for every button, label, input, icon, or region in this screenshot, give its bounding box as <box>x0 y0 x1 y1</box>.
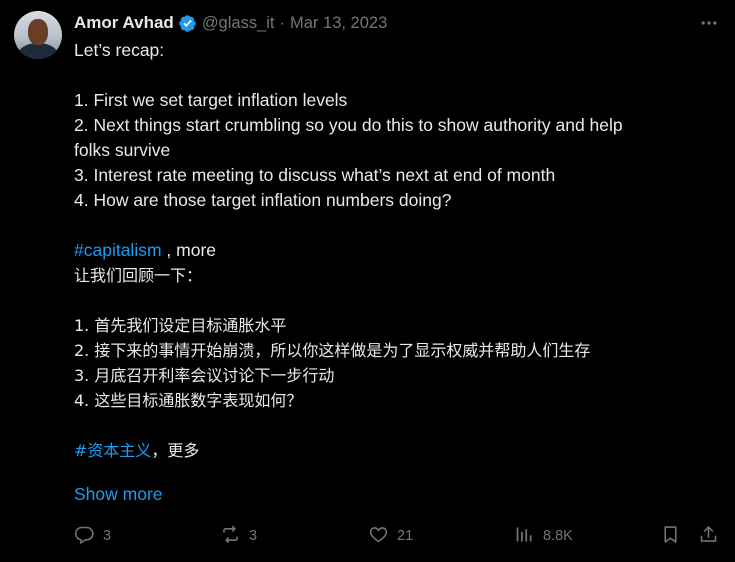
hashtag-link[interactable]: #资本主义 <box>74 441 151 460</box>
like-button[interactable]: 21 <box>368 524 413 548</box>
bookmark-icon <box>660 524 681 549</box>
tweet-date[interactable]: Mar 13, 2023 <box>290 14 387 33</box>
author-handle[interactable]: @glass_it <box>202 14 275 33</box>
text-line: 1. First we set target inflation levels <box>74 90 348 110</box>
repost-button[interactable]: 3 <box>220 524 257 548</box>
hashtag-line: #capitalism , more <box>74 238 704 263</box>
hashtag-suffix: , more <box>161 240 217 260</box>
views-count: 8.8K <box>543 528 573 544</box>
show-more-link[interactable]: Show more <box>74 484 163 505</box>
hashtag-link[interactable]: #capitalism <box>74 240 162 260</box>
tweet[interactable]: Amor Avhad @glass_it · Mar 13, 2023 Let’… <box>0 0 735 562</box>
text-line: 2. Next things start crumbling so you do… <box>74 115 623 135</box>
reply-button[interactable]: 3 <box>74 524 111 548</box>
text-line <box>74 213 704 238</box>
tweet-text: Let’s recap: 1. First we set target infl… <box>74 38 704 463</box>
text-line: 3. Interest rate meeting to discuss what… <box>74 165 556 185</box>
repost-count: 3 <box>249 528 258 544</box>
reply-count: 3 <box>103 528 112 544</box>
text-line <box>74 63 704 88</box>
text-line: 4. 这些目标通胀数字表现如何？ <box>74 391 303 410</box>
share-icon <box>698 524 719 549</box>
verified-badge-icon[interactable] <box>178 14 197 33</box>
bookmark-button[interactable] <box>660 524 681 548</box>
text-line: 4. How are those target inflation number… <box>74 190 452 210</box>
text-line: 1. 首先我们设定目标通胀水平 <box>74 316 287 335</box>
author-name[interactable]: Amor Avhad <box>74 13 174 33</box>
separator-dot: · <box>279 13 286 32</box>
analytics-icon <box>514 524 535 549</box>
views-button[interactable]: 8.8K <box>514 524 573 548</box>
text-line: 2. 接下来的事情开始崩溃，所以你这样做是为了显示权威并帮助人们生存 <box>74 341 591 360</box>
like-count: 21 <box>397 528 414 544</box>
reply-icon <box>74 524 95 549</box>
text-line: 让我们回顾一下： <box>74 266 203 285</box>
hashtag-suffix: ，更多 <box>151 441 200 460</box>
text-line: Let’s recap: <box>74 40 165 60</box>
share-button[interactable] <box>698 524 719 548</box>
text-line: folks survive <box>74 140 171 160</box>
repost-icon <box>220 524 241 549</box>
more-horizontal-icon[interactable] <box>699 13 719 33</box>
heart-icon <box>368 524 389 549</box>
hashtag-line: #资本主义，更多 <box>74 438 704 463</box>
action-bar: 3 3 21 8.8K <box>74 524 724 548</box>
tweet-header: Amor Avhad @glass_it · Mar 13, 2023 <box>74 12 387 34</box>
text-line <box>74 288 704 313</box>
text-line: 3. 月底召开利率会议讨论下一步行动 <box>74 366 335 385</box>
avatar[interactable] <box>14 11 62 59</box>
text-line <box>74 413 704 438</box>
